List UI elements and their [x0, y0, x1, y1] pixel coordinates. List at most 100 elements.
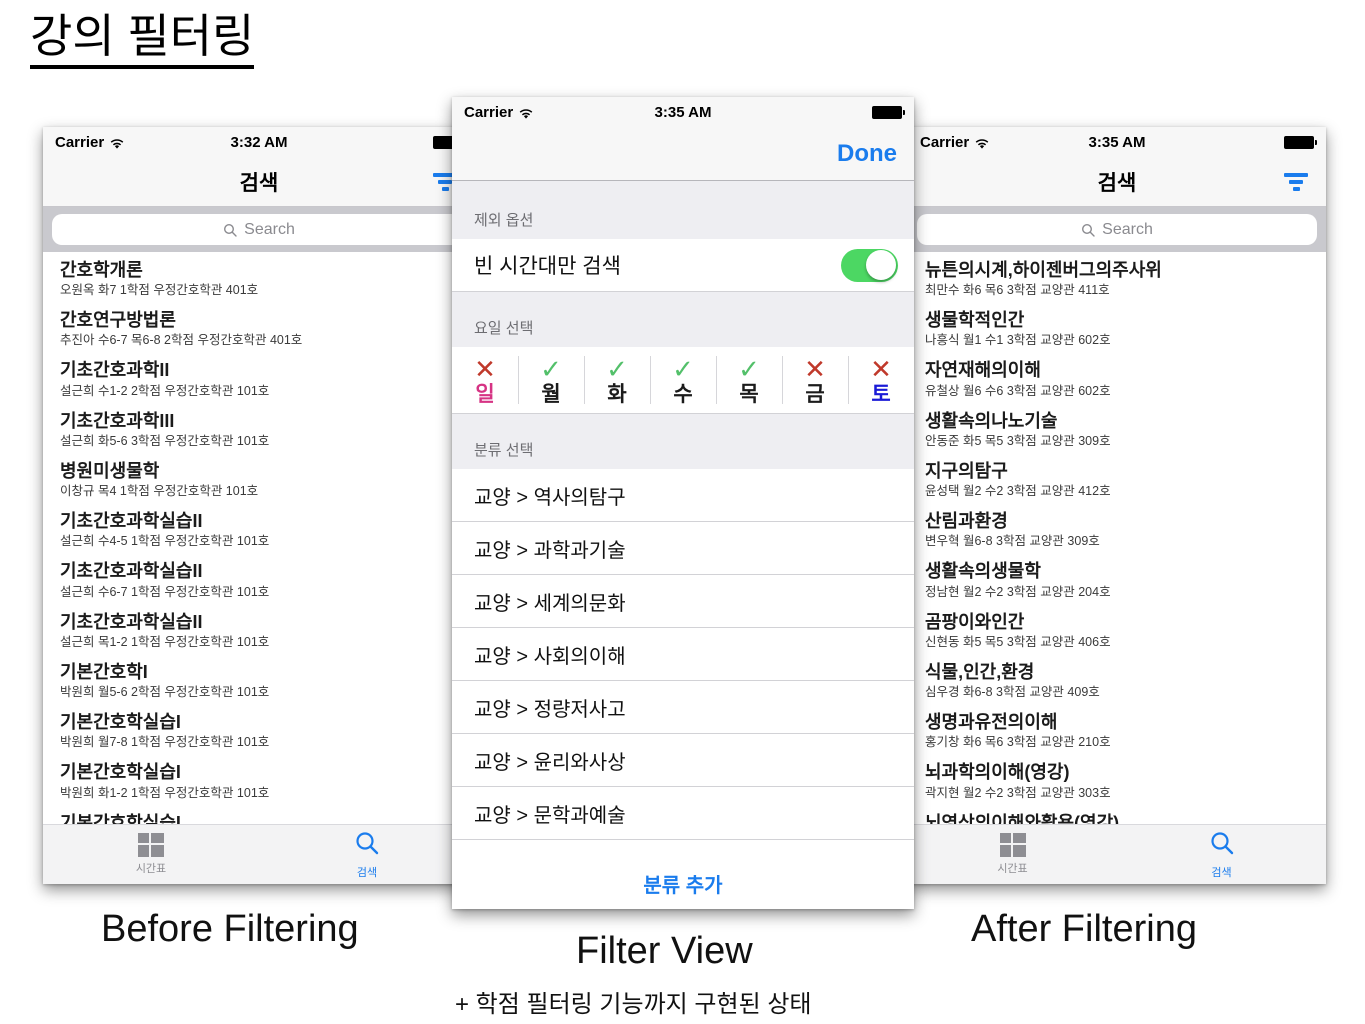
- course-title: 생명과유전의이해: [925, 712, 1058, 733]
- day-label: 금: [805, 382, 825, 406]
- day-toggle-금[interactable]: ✕ 금: [782, 347, 848, 413]
- day-toggle-수[interactable]: ✓ 수: [650, 347, 716, 413]
- caption-after-filtering: After Filtering: [971, 908, 1197, 950]
- course-list-item[interactable]: 기본간호학실습I 박원희 월7-8 1학점 우정간호학관 101호: [43, 706, 475, 756]
- day-label: 월: [541, 382, 561, 406]
- course-list-item[interactable]: 기본간호학실습I 박원희 화1-2 1학점 우정간호학관 101호: [43, 756, 475, 806]
- tab-search[interactable]: 검색: [1117, 825, 1326, 884]
- caption-filter-view: Filter View: [576, 930, 753, 972]
- tab-bar: 시간표 검색: [908, 824, 1326, 884]
- search-bar: Search: [908, 207, 1326, 252]
- course-meta: 정남현 월2 수2 3학점 교양관 204호: [925, 584, 1111, 599]
- course-title: 간호연구방법론: [60, 310, 176, 331]
- category-list-item[interactable]: 교양 > 정량저사고: [452, 681, 914, 734]
- before-filtering-phone: Carrier 3:32 AM 검색 Search 간호학개론 오원옥 화7 1…: [43, 127, 475, 884]
- course-title: 식물,인간,환경: [925, 661, 1035, 682]
- day-toggle-화[interactable]: ✓ 화: [584, 347, 650, 413]
- course-list[interactable]: 뉴튼의시계,하이젠버그의주사위최만수 화6 목6 3학점 교양관 411호생물학…: [908, 252, 1326, 824]
- battery-full-icon: [1284, 135, 1317, 149]
- wifi-icon: [974, 137, 990, 149]
- category-list[interactable]: 교양 > 역사의탐구 교양 > 과학과기술 교양 > 세계의문화 교양 > 사회의이해…: [452, 469, 914, 869]
- course-list-item[interactable]: 기본간호학I 박원희 월5-6 2학점 우정간호학관 101호: [43, 656, 475, 706]
- day-selector[interactable]: ✕ 일 ✓ 월 ✓ 화 ✓ 수 ✓ 목 ✕ 금 ✕ 토: [452, 347, 914, 414]
- course-list-item[interactable]: 기초간호과학III 설근희 화5-6 3학점 우정간호학관 101호: [43, 405, 475, 455]
- course-list-item[interactable]: 생활속의생물학 정남현 월2 수2 3학점 교양관 204호: [908, 555, 1326, 605]
- carrier-label: Carrier: [55, 133, 105, 151]
- course-list-item[interactable]: 생명과유전의이해홍기창 화6 목6 3학점 교양관 210호: [908, 706, 1326, 756]
- course-list-item[interactable]: 기초간호과학실습II 설근희 수4-5 1학점 우정간호학관 101호: [43, 505, 475, 555]
- course-title: 산림과환경: [925, 511, 1008, 532]
- day-label: 토: [871, 382, 891, 406]
- tab-timetable[interactable]: 시간표: [908, 825, 1117, 884]
- course-title: 뉴튼의시계,하이젠버그의주사위: [925, 260, 1162, 280]
- navigation-bar: 검색: [908, 157, 1326, 207]
- course-list-item[interactable]: 기초간호과학실습II 설근희 수6-7 1학점 우정간호학관 101호: [43, 555, 475, 605]
- course-meta: 설근희 화5-6 3학점 우정간호학관 101호: [60, 433, 270, 448]
- status-bar: Carrier 3:35 AM: [908, 127, 1326, 157]
- day-label: 일: [475, 382, 495, 406]
- empty-slot-only-row[interactable]: 빈 시간대만 검색: [452, 239, 914, 292]
- wifi-icon: [109, 137, 125, 149]
- add-category-button[interactable]: 분류 추가: [452, 869, 914, 909]
- tab-timetable-label: 시간표: [135, 863, 167, 875]
- status-bar: Carrier 3:35 AM: [452, 97, 914, 127]
- filter-icon[interactable]: [1282, 172, 1310, 192]
- battery-full-icon: [872, 105, 905, 119]
- grid-icon: [138, 833, 164, 857]
- course-list-item[interactable]: 생물학적인간 나흥식 월1 수1 3학점 교양관 602호: [908, 304, 1326, 354]
- course-list-item[interactable]: 뉴튼의시계,하이젠버그의주사위최만수 화6 목6 3학점 교양관 411호: [908, 254, 1326, 304]
- status-bar: Carrier 3:32 AM: [43, 127, 475, 157]
- course-list-item[interactable]: 기초간호과학II 설근희 수1-2 2학점 우정간호학관 101호: [43, 354, 475, 404]
- tab-search-label: 검색: [1211, 866, 1232, 879]
- category-list-item[interactable]: 교양 > 사회의이해: [452, 628, 914, 681]
- done-button[interactable]: Done: [837, 140, 897, 168]
- course-list-item[interactable]: 기본간호학실습I: [43, 807, 475, 824]
- day-toggle-목[interactable]: ✓ 목: [716, 347, 782, 413]
- course-title: 간호학개론: [60, 260, 143, 280]
- course-list-item[interactable]: 곰팡이와인간 신현동 화5 목5 3학점 교양관 406호: [908, 606, 1326, 656]
- search-input[interactable]: Search: [52, 214, 466, 245]
- course-list-item[interactable]: 식물,인간,환경 심우경 화6-8 3학점 교양관 409호: [908, 656, 1326, 706]
- sheet-navigation-bar: Done: [452, 127, 914, 181]
- day-toggle-토[interactable]: ✕ 토: [848, 347, 914, 413]
- search-input[interactable]: Search: [917, 214, 1317, 245]
- course-list-item[interactable]: 산림과환경 변우혁 월6-8 3학점 교양관 309호: [908, 505, 1326, 555]
- course-list-item[interactable]: 간호연구방법론 추진아 수6-7 목6-8 2학점 우정간호학관 401호: [43, 304, 475, 354]
- tab-bar: 시간표 검색: [43, 824, 475, 884]
- course-list-item[interactable]: 자연재해의이해 유철상 월6 수6 3학점 교양관 602호: [908, 354, 1326, 404]
- day-toggle-일[interactable]: ✕ 일: [452, 347, 518, 413]
- course-list-item[interactable]: 병원미생물학 이창규 목4 1학점 우정간호학관 101호: [43, 455, 475, 505]
- course-title: 생물학적인간: [925, 310, 1025, 331]
- empty-slot-only-label: 빈 시간대만 검색: [474, 255, 621, 278]
- course-meta: 최만수 화6 목6 3학점 교양관 411호: [925, 283, 1110, 298]
- course-list-item[interactable]: 뇌과학의이해(영강) 곽지현 월2 수2 3학점 교양관 303호: [908, 756, 1326, 806]
- course-title: 기초간호과학II: [60, 360, 170, 381]
- category-list-item[interactable]: 교양 > 윤리와사상: [452, 734, 914, 787]
- course-title: 기초간호과학실습II: [60, 611, 203, 632]
- grid-icon: [999, 833, 1026, 857]
- carrier-label: Carrier: [920, 133, 970, 151]
- course-title: 지구의탐구: [925, 460, 1008, 481]
- page-heading: 검색: [239, 171, 279, 195]
- day-toggle-월[interactable]: ✓ 월: [518, 347, 584, 413]
- course-title: 기본간호학I: [60, 661, 148, 682]
- course-meta: 홍기창 화6 목6 3학점 교양관 210호: [925, 735, 1111, 750]
- course-meta: 설근희 수4-5 1학점 우정간호학관 101호: [60, 534, 270, 549]
- course-title: 뇌과학의이해(영강): [925, 762, 1070, 783]
- course-list-item[interactable]: 뇌영상의이해와활용(영강): [908, 807, 1326, 824]
- course-meta: 설근희 수1-2 2학점 우정간호학관 101호: [60, 383, 270, 398]
- empty-slot-only-toggle[interactable]: [841, 248, 898, 282]
- course-list-item[interactable]: 생활속의나노기술 안동준 화5 목5 3학점 교양관 309호: [908, 405, 1326, 455]
- category-list-item[interactable]: 교양 > 역사의탐구: [452, 469, 914, 522]
- category-list-item[interactable]: 교양 > 세계의문화: [452, 575, 914, 628]
- tab-timetable[interactable]: 시간표: [43, 825, 259, 884]
- course-list-item[interactable]: 간호학개론 오원옥 화7 1학점 우정간호학관 401호: [43, 254, 475, 304]
- course-list[interactable]: 간호학개론 오원옥 화7 1학점 우정간호학관 401호 간호연구방법론 추진아 수6…: [43, 252, 475, 824]
- course-list-item[interactable]: 지구의탐구 윤성택 월2 수2 3학점 교양관 412호: [908, 455, 1326, 505]
- check-icon: ✓: [672, 353, 694, 384]
- course-title: 기초간호과학실습II: [60, 561, 203, 582]
- category-list-item[interactable]: 교양 > 문학과예술: [452, 787, 914, 840]
- course-list-item[interactable]: 기초간호과학실습II 설근희 목1-2 1학점 우정간호학관 101호: [43, 606, 475, 656]
- category-list-item[interactable]: 교양 > 과학과기술: [452, 522, 914, 575]
- tab-search[interactable]: 검색: [259, 825, 475, 884]
